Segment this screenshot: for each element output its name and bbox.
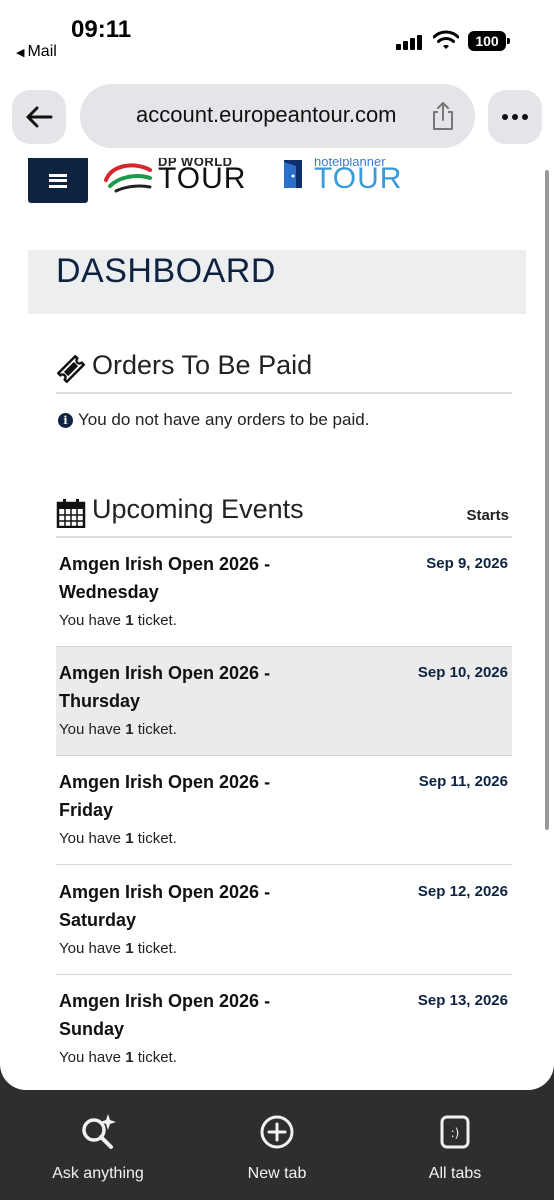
browser-chrome: 09:11 ◀ Mail 100 account.europeantour.co… (0, 0, 554, 160)
orders-empty-text: You do not have any orders to be paid. (78, 410, 370, 429)
ticket-icon (57, 355, 85, 383)
hamburger-icon (49, 173, 67, 188)
address-bar[interactable]: account.europeantour.com (80, 84, 475, 148)
ellipsis-icon (502, 114, 528, 120)
ticket-suffix: ticket. (137, 940, 177, 957)
page-title: DASHBOARD (56, 252, 276, 290)
event-name: Amgen Irish Open 2026 - Wednesday (59, 554, 271, 602)
ticket-suffix: ticket. (137, 1049, 177, 1066)
ticket-prefix: You have (59, 612, 122, 629)
event-row[interactable]: Amgen Irish Open 2026 - Wednesday Sep 9,… (56, 538, 512, 647)
hamburger-menu-button[interactable] (28, 158, 88, 203)
event-ticket-count: You have 1 ticket. (59, 612, 177, 629)
calendar-icon (56, 499, 86, 528)
browser-bottom-toolbar: Ask anything New tab :) All tabs (0, 1090, 554, 1200)
new-tab-button[interactable]: New tab (202, 1112, 352, 1183)
page-scrollbar[interactable] (545, 170, 549, 830)
more-options-button[interactable] (488, 90, 542, 144)
orders-empty-notice: i You do not have any orders to be paid. (58, 410, 369, 430)
url-text: account.europeantour.com (136, 102, 397, 127)
phone-screen: 09:11 ◀ Mail 100 account.europeantour.co… (0, 0, 554, 1200)
event-ticket-count: You have 1 ticket. (59, 940, 177, 957)
event-row[interactable]: Amgen Irish Open 2026 - Thursday Sep 10,… (56, 647, 512, 756)
tabs-icon: :) (440, 1115, 470, 1149)
upcoming-events-section: Upcoming Events Starts (56, 492, 512, 538)
all-tabs-label: All tabs (428, 1165, 482, 1182)
arrow-left-icon (26, 106, 53, 128)
orders-header: Orders To Be Paid (56, 348, 512, 394)
wifi-icon (433, 30, 459, 49)
dp-swoosh-icon (104, 163, 152, 193)
back-to-app-link[interactable]: ◀ Mail (16, 43, 57, 61)
ticket-suffix: ticket. (137, 612, 177, 629)
ticket-number: 1 (125, 830, 134, 847)
dp-world-tour-logo[interactable]: DP WORLD TOUR (102, 158, 252, 202)
dp-logo-tour-text: TOUR (158, 162, 247, 195)
ticket-suffix: ticket. (137, 721, 177, 738)
hotelplanner-tour-logo[interactable]: hotelplanner TOUR (282, 158, 432, 202)
ticket-prefix: You have (59, 721, 122, 738)
event-date: Sep 12, 2026 (417, 883, 508, 900)
battery-indicator: 100 (468, 31, 510, 51)
back-button[interactable] (12, 90, 66, 144)
url-toolbar: account.europeantour.com (0, 82, 554, 150)
share-icon[interactable] (430, 101, 456, 131)
web-content: DP WORLD TOUR hotelplanner TOUR DASHBOAR… (0, 158, 554, 1090)
site-header: DP WORLD TOUR hotelplanner TOUR (28, 158, 528, 204)
ticket-number: 1 (125, 721, 134, 738)
status-time: 09:11 (71, 16, 132, 43)
new-tab-label: New tab (247, 1165, 307, 1182)
event-name: Amgen Irish Open 2026 - Friday (59, 772, 271, 820)
ticket-prefix: You have (59, 1049, 122, 1066)
starts-column-label: Starts (466, 507, 509, 524)
svg-text::): :) (451, 1126, 460, 1140)
event-ticket-count: You have 1 ticket. (59, 830, 177, 847)
ticket-prefix: You have (59, 940, 122, 957)
ask-anything-button[interactable]: Ask anything (23, 1112, 173, 1183)
orders-title: Orders To Be Paid (92, 350, 313, 380)
event-name: Amgen Irish Open 2026 - Thursday (59, 663, 271, 711)
ticket-number: 1 (125, 940, 134, 957)
event-row[interactable]: Amgen Irish Open 2026 - Friday Sep 11, 2… (56, 756, 512, 865)
ticket-prefix: You have (59, 830, 122, 847)
back-triangle-icon: ◀ (16, 47, 25, 59)
ticket-number: 1 (125, 612, 134, 629)
ticket-number: 1 (125, 1049, 134, 1066)
door-icon (284, 160, 302, 188)
event-date: Sep 11, 2026 (418, 773, 508, 790)
plus-circle-icon (260, 1115, 294, 1149)
event-ticket-count: You have 1 ticket. (59, 1049, 177, 1066)
event-name: Amgen Irish Open 2026 - Sunday (59, 991, 271, 1039)
event-row[interactable]: Amgen Irish Open 2026 - Saturday Sep 12,… (56, 866, 512, 975)
event-date: Sep 9, 2026 (426, 555, 508, 572)
signal-icon (396, 34, 424, 50)
event-name: Amgen Irish Open 2026 - Saturday (59, 882, 271, 930)
status-bar: 09:11 ◀ Mail 100 (0, 0, 554, 70)
ask-anything-label: Ask anything (52, 1165, 144, 1182)
event-ticket-count: You have 1 ticket. (59, 721, 177, 738)
ticket-suffix: ticket. (137, 830, 177, 847)
all-tabs-button[interactable]: :) All tabs (380, 1112, 530, 1183)
event-row[interactable]: Amgen Irish Open 2026 - Sunday Sep 13, 2… (56, 975, 512, 1084)
back-app-label: Mail (27, 43, 57, 60)
info-icon: i (58, 413, 73, 428)
orders-section: Orders To Be Paid (56, 348, 512, 394)
dashboard-banner: DASHBOARD (28, 250, 526, 314)
event-date: Sep 10, 2026 (417, 664, 508, 681)
search-sparkle-icon (82, 1114, 116, 1149)
hp-logo-tour-text: TOUR (314, 162, 403, 195)
event-date: Sep 13, 2026 (417, 992, 508, 1009)
upcoming-header: Upcoming Events Starts (56, 492, 512, 538)
upcoming-title: Upcoming Events (92, 494, 304, 524)
